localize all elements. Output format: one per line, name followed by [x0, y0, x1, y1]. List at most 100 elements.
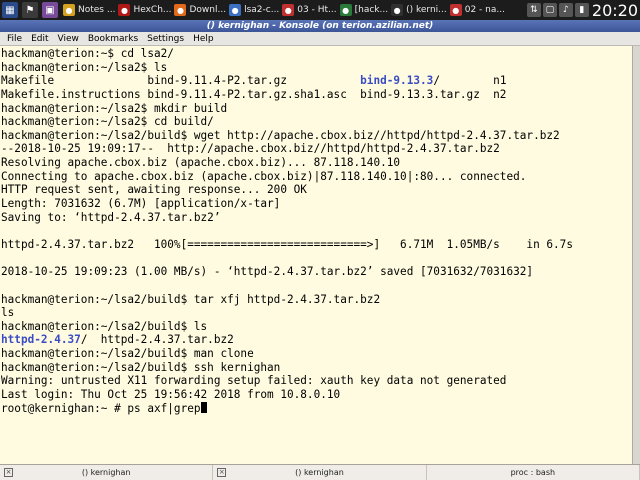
directory-name: httpd-2.4.37: [1, 333, 81, 347]
volume-icon[interactable]: ♪: [558, 3, 573, 17]
terminal-text: Makefile bind-9.11.4-P2.tar.gz: [1, 74, 361, 88]
terminal-cursor: [200, 401, 207, 413]
flag-icon[interactable]: ⚑: [22, 2, 38, 18]
network-icon[interactable]: ⇅: [526, 3, 541, 17]
terminal-line: HTTP request sent, awaiting response... …: [1, 183, 632, 197]
notes-icon: ●: [63, 4, 75, 16]
taskbar-task-label: HexCh...: [133, 5, 172, 15]
taskbar-task-label: Downl...: [189, 5, 227, 15]
terminal-icon: ●: [391, 4, 404, 16]
taskbar-task[interactable]: ●() kerni...: [391, 1, 447, 19]
terminal-line: Makefile.instructions bind-9.11.4-P2.tar…: [1, 88, 632, 102]
taskbar: ▦ ⚑ ▣ ● Notes ... ● HexCh... ● Downl... ● lsa2-…: [0, 0, 640, 20]
terminal-line: hackman@terion:~/lsa2/build$ man clone: [1, 347, 632, 361]
window-title: () kernighan - Konsole (on terion.azilia…: [0, 20, 640, 32]
terminal-text: hackman@terion:~/lsa2/build$ man clone: [1, 347, 254, 361]
session-tab-bar: × () kernighan × () kernighan proc : bas…: [0, 464, 640, 480]
video-icon: ●: [282, 4, 295, 16]
terminal-text: hackman@terion:~/lsa2$ cd build/: [1, 115, 214, 129]
terminal-text: Resolving apache.cbox.biz (apache.cbox.b…: [1, 156, 401, 170]
terminal-text: Connecting to apache.cbox.biz (apache.cb…: [1, 169, 527, 183]
terminal-line: 2018-10-25 19:09:23 (1.00 MB/s) - ‘httpd…: [1, 265, 632, 279]
taskbar-task-label: lsa2-c...: [244, 5, 280, 15]
taskbar-task[interactable]: ● 03 - Ht...: [282, 1, 337, 19]
taskbar-task-label: 03 - Ht...: [297, 5, 337, 15]
tab-label: () kernighan: [81, 468, 131, 477]
terminal-line: Resolving apache.cbox.biz (apache.cbox.b…: [1, 156, 632, 170]
tab-session-2[interactable]: × () kernighan: [213, 465, 427, 480]
terminal-text: hackman@terion:~/lsa2$ mkdir build: [1, 101, 228, 115]
system-tray: ⇅ ▢ ♪ ▮ 20:20: [526, 0, 640, 20]
menu-bookmarks[interactable]: Bookmarks: [88, 34, 138, 44]
menu-settings[interactable]: Settings: [147, 34, 184, 44]
taskbar-task-label: [hack...: [354, 5, 389, 15]
terminal-text: HTTP request sent, awaiting response... …: [1, 183, 307, 197]
terminal-line: hackman@terion:~/lsa2$ mkdir build: [1, 102, 632, 116]
terminal-line: --2018-10-25 19:09:17-- http://apache.cb…: [1, 142, 632, 156]
taskbar-task[interactable]: ● 02 - na...: [449, 1, 505, 19]
taskbar-task[interactable]: ● HexCh...: [118, 1, 171, 19]
terminal-line: Length: 7031632 (6.7M) [application/x-ta…: [1, 197, 632, 211]
terminal-line: hackman@terion:~/lsa2/build$ wget http:/…: [1, 129, 632, 143]
taskbar-task-label: () kerni...: [406, 5, 447, 15]
terminal-line: Last login: Thu Oct 25 19:56:42 2018 fro…: [1, 388, 632, 402]
menu-bar: File Edit View Bookmarks Settings Help: [0, 32, 640, 46]
terminal-text: Makefile.instructions bind-9.11.4-P2.tar…: [1, 87, 507, 101]
display-icon[interactable]: ▢: [542, 3, 557, 17]
app-launcher-icon[interactable]: ▦: [2, 2, 18, 18]
terminal-text: hackman@terion:~/lsa2$ ls: [1, 60, 168, 74]
terminal-output[interactable]: hackman@terion:~$ cd lsa2/hackman@terion…: [0, 46, 632, 464]
task-list: ● Notes ... ● HexCh... ● Downl... ● lsa2-c... ● 0…: [60, 1, 505, 19]
menu-help[interactable]: Help: [193, 34, 214, 44]
terminal-text: hackman@terion:~/lsa2/build$ ls: [1, 319, 208, 333]
browser-icon: ●: [339, 4, 352, 16]
tab-label: proc : bash: [510, 468, 556, 477]
terminal-line: root@kernighan:~ # ps axf|grep: [1, 401, 632, 416]
terminal-line: Makefile bind-9.11.4-P2.tar.gz bind-9.13…: [1, 74, 632, 88]
terminal-line: httpd-2.4.37.tar.bz2 100%[==============…: [1, 238, 632, 252]
terminal-line: hackman@terion:~/lsa2/build$ ls: [1, 320, 632, 334]
terminal-text: Length: 7031632 (6.7M) [application/x-ta…: [1, 197, 281, 211]
taskbar-task-label: Notes ...: [78, 5, 116, 15]
tab-session-1[interactable]: × () kernighan: [0, 465, 214, 480]
terminal-line: httpd-2.4.37/ httpd-2.4.37.tar.bz2: [1, 333, 632, 347]
terminal-scrollbar[interactable]: [632, 46, 640, 464]
close-tab-icon[interactable]: ×: [4, 468, 13, 477]
terminal-text: hackman@terion:~$ cd lsa2/: [1, 47, 174, 60]
terminal-text: / httpd-2.4.37.tar.bz2: [80, 333, 234, 347]
terminal-line: Saving to: ‘httpd-2.4.37.tar.bz2’: [1, 211, 632, 225]
taskbar-task[interactable]: ● Notes ...: [63, 1, 115, 19]
terminal-text: ls: [1, 306, 15, 320]
terminal-text: --2018-10-25 19:09:17-- http://apache.cb…: [1, 142, 500, 156]
taskbar-task-label: 02 - na...: [464, 5, 505, 15]
clock[interactable]: 20:20: [592, 1, 640, 20]
battery-icon[interactable]: ▮: [574, 3, 589, 17]
terminal-text: hackman@terion:~/lsa2/build$ wget http:/…: [1, 128, 560, 142]
menu-view[interactable]: View: [58, 34, 79, 44]
media-icon: ●: [449, 4, 462, 16]
image-viewer-icon[interactable]: ▣: [42, 2, 58, 18]
terminal-text: 2018-10-25 19:09:23 (1.00 MB/s) - ‘httpd…: [1, 265, 534, 279]
terminal-text: root@kernighan:~ # ps axf|grep: [1, 401, 201, 415]
taskbar-task[interactable]: ● Downl...: [174, 1, 226, 19]
terminal-text: hackman@terion:~/lsa2/build$ ssh kernigh…: [1, 360, 281, 374]
terminal-line: hackman@terion:~/lsa2/build$ ssh kernigh…: [1, 361, 632, 375]
terminal-line: hackman@terion:~/lsa2/build$ tar xfj htt…: [1, 293, 632, 307]
document-icon: ●: [229, 4, 242, 16]
taskbar-task[interactable]: ● [hack...: [339, 1, 389, 19]
taskbar-task[interactable]: ● lsa2-c...: [229, 1, 279, 19]
tab-session-3[interactable]: proc : bash: [427, 465, 640, 480]
terminal-line: hackman@terion:~$ cd lsa2/: [1, 47, 632, 61]
terminal-line: hackman@terion:~/lsa2$ ls: [1, 61, 632, 75]
terminal-line: hackman@terion:~/lsa2$ cd build/: [1, 115, 632, 129]
terminal-text: / n1: [433, 74, 507, 88]
menu-edit[interactable]: Edit: [31, 34, 48, 44]
menu-file[interactable]: File: [7, 34, 22, 44]
terminal-text: Last login: Thu Oct 25 19:56:42 2018 fro…: [1, 388, 341, 402]
terminal-line: ls: [1, 306, 632, 320]
close-tab-icon[interactable]: ×: [217, 468, 227, 477]
terminal-text: httpd-2.4.37.tar.bz2 100%[==============…: [1, 237, 573, 251]
terminal-text: Saving to: ‘httpd-2.4.37.tar.bz2’: [1, 210, 221, 224]
